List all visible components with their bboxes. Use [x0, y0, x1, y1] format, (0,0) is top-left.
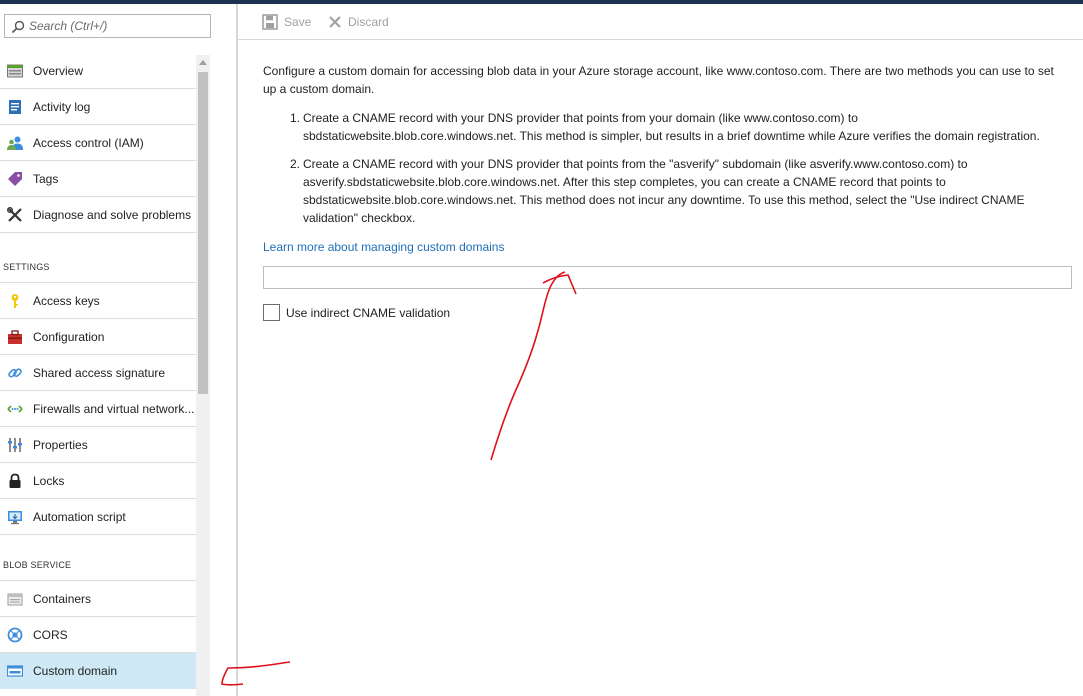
- step-number: 1.: [290, 111, 301, 125]
- sidebar-item-label: Containers: [33, 592, 92, 606]
- overview-icon: [7, 64, 23, 78]
- sidebar-divider: [236, 4, 238, 696]
- step-text: Create a CNAME record with your DNS prov…: [303, 111, 1040, 143]
- settings-section-header: SETTINGS: [3, 262, 50, 272]
- checkbox-label: Use indirect CNAME validation: [286, 305, 451, 320]
- step-text: Create a CNAME record with your DNS prov…: [303, 157, 1025, 225]
- sidebar-item-label: CORS: [33, 628, 68, 642]
- activity-log-icon: [9, 100, 21, 114]
- annotation-arrow: [490, 271, 566, 461]
- learn-more-link[interactable]: Learn more about managing custom domains: [263, 238, 504, 256]
- firewall-icon: [7, 405, 23, 413]
- sidebar-item-locks[interactable]: Locks: [0, 463, 196, 499]
- sidebar-item-label: Automation script: [33, 510, 126, 524]
- close-icon: [329, 16, 341, 28]
- sidebar-item-automation-script[interactable]: Automation script: [0, 499, 196, 535]
- sidebar-item-shared-access-signature[interactable]: Shared access signature: [0, 355, 196, 391]
- sidebar-item-activity-log[interactable]: Activity log: [0, 89, 196, 125]
- blob-service-section-header: BLOB SERVICE: [3, 560, 72, 570]
- sidebar-item-label: Properties: [33, 438, 88, 452]
- sidebar-item-label: Access keys: [33, 294, 100, 308]
- indirect-cname-checkbox-row[interactable]: Use indirect CNAME validation: [263, 304, 450, 321]
- sidebar-item-label: Activity log: [33, 100, 91, 114]
- sidebar-item-diagnose[interactable]: Diagnose and solve problems: [0, 197, 196, 233]
- sidebar-item-cors[interactable]: CORS: [0, 617, 196, 653]
- sidebar-item-label: Tags: [33, 172, 59, 186]
- sidebar-scroll-thumb[interactable]: [198, 72, 208, 394]
- sidebar-item-custom-domain[interactable]: Custom domain: [0, 653, 196, 689]
- sidebar-item-label: Overview: [33, 64, 84, 78]
- toolbox-icon: [8, 330, 22, 344]
- scroll-up-arrow-icon[interactable]: [196, 55, 210, 71]
- tag-icon: [8, 172, 22, 186]
- custom-domain-icon: [7, 665, 23, 677]
- sidebar-item-label: Shared access signature: [33, 366, 166, 380]
- intro-text: Configure a custom domain for accessing …: [263, 64, 1054, 96]
- method-list-item: 1. Create a CNAME record with your DNS p…: [263, 109, 1053, 145]
- search-box[interactable]: [4, 14, 211, 38]
- sidebar-item-label: Configuration: [33, 330, 105, 344]
- step-number: 2.: [290, 157, 301, 171]
- container-icon: [7, 593, 23, 606]
- key-icon: [11, 294, 19, 308]
- method-list: 1. Create a CNAME record with your DNS p…: [263, 109, 1073, 227]
- sidebar-item-firewalls[interactable]: Firewalls and virtual network...: [0, 391, 196, 427]
- sidebar-item-tags[interactable]: Tags: [0, 161, 196, 197]
- save-label: Save: [284, 15, 312, 29]
- properties-icon: [8, 438, 22, 452]
- discard-button[interactable]: Discard: [328, 13, 389, 31]
- sidebar-item-label: Custom domain: [33, 664, 118, 678]
- link-icon: [8, 368, 22, 378]
- lock-icon: [9, 473, 21, 488]
- command-toolbar: Save Discard: [238, 4, 1083, 40]
- sidebar-item-label: Diagnose and solve problems: [33, 208, 192, 222]
- sidebar-item-label: Access control (IAM): [33, 136, 144, 150]
- people-icon: [7, 136, 23, 150]
- automation-icon: [8, 511, 22, 525]
- sidebar-item-properties[interactable]: Properties: [0, 427, 196, 463]
- sidebar-item-overview[interactable]: Overview: [0, 53, 196, 89]
- save-button[interactable]: Save: [262, 13, 311, 31]
- method-list-item: 2. Create a CNAME record with your DNS p…: [263, 155, 1053, 227]
- sidebar-item-label: Locks: [33, 474, 65, 488]
- cors-icon: [7, 627, 23, 643]
- main-content: Configure a custom domain for accessing …: [263, 62, 1073, 256]
- sidebar-item-access-control[interactable]: Access control (IAM): [0, 125, 196, 161]
- wrench-icon: [7, 207, 22, 222]
- search-icon: [11, 20, 25, 34]
- indirect-cname-checkbox[interactable]: [263, 304, 280, 321]
- domain-name-input[interactable]: [263, 266, 1072, 289]
- search-input[interactable]: [29, 17, 207, 35]
- sidebar-item-label: Firewalls and virtual network...: [33, 402, 195, 416]
- save-icon: [262, 14, 278, 30]
- sidebar-item-containers[interactable]: Containers: [0, 581, 196, 617]
- sidebar-item-access-keys[interactable]: Access keys: [0, 283, 196, 319]
- discard-label: Discard: [348, 15, 389, 29]
- sidebar-item-configuration[interactable]: Configuration: [0, 319, 196, 355]
